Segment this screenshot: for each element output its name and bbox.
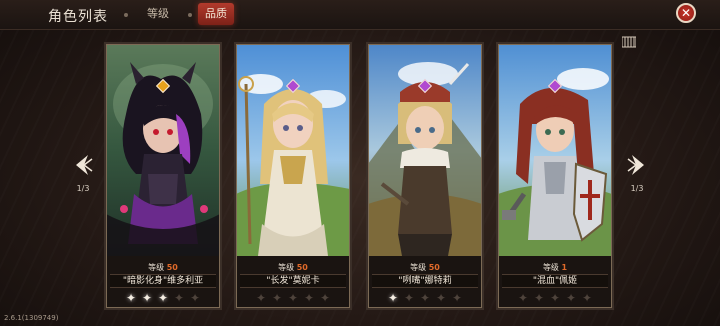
tab-dot xyxy=(188,13,192,17)
star-icon: ✦ xyxy=(419,291,431,305)
level-row: 等级 50 xyxy=(368,262,482,273)
star-icon: ✦ xyxy=(565,291,577,305)
level-row: 等级 50 xyxy=(236,262,350,273)
character-name: "暗影化身"维多利亚 xyxy=(110,274,216,288)
star-icon: ✦ xyxy=(435,291,447,305)
level-label: 等级 xyxy=(148,263,165,272)
tab-level[interactable]: 等级 xyxy=(138,3,178,25)
star-icon: ✦ xyxy=(157,291,169,305)
star-icon: ✦ xyxy=(125,291,137,305)
character-card[interactable]: 等级 1 "混血"佩姬 ✦ ✦ ✦ ✦ ✦ xyxy=(496,42,614,310)
character-portrait xyxy=(106,44,220,256)
arrow-right-icon[interactable] xyxy=(624,152,650,178)
character-name: "长发"莫妮卡 xyxy=(240,274,346,288)
filter-icon[interactable] xyxy=(622,36,636,48)
star-icon: ✦ xyxy=(533,291,545,305)
star-icon: ✦ xyxy=(303,291,315,305)
character-card[interactable]: 等级 50 "长发"莫妮卡 ✦ ✦ ✦ ✦ ✦ xyxy=(234,42,352,310)
page-indicator-right: 1/3 xyxy=(630,184,644,193)
character-portrait xyxy=(368,44,482,256)
star-icon: ✦ xyxy=(141,291,153,305)
star-rating: ✦ ✦ ✦ ✦ ✦ xyxy=(106,292,220,308)
star-rating: ✦ ✦ ✦ ✦ ✦ xyxy=(498,292,612,308)
level-label: 等级 xyxy=(278,263,295,272)
level-label: 等级 xyxy=(410,263,427,272)
level-value: 50 xyxy=(428,263,440,272)
star-icon: ✦ xyxy=(255,291,267,305)
tab-dot xyxy=(124,13,128,17)
star-icon: ✦ xyxy=(271,291,283,305)
star-icon: ✦ xyxy=(287,291,299,305)
level-label: 等级 xyxy=(542,263,559,272)
character-portrait xyxy=(498,44,612,256)
star-icon: ✦ xyxy=(387,291,399,305)
star-icon: ✦ xyxy=(403,291,415,305)
page-title: 角色列表 xyxy=(48,9,108,25)
star-rating: ✦ ✦ ✦ ✦ ✦ xyxy=(236,292,350,308)
star-icon: ✦ xyxy=(581,291,593,305)
close-icon[interactable]: ✕ xyxy=(676,3,696,23)
star-icon: ✦ xyxy=(451,291,463,305)
star-icon: ✦ xyxy=(189,291,201,305)
star-icon: ✦ xyxy=(549,291,561,305)
version-label: 2.6.1(1309749) xyxy=(4,314,59,322)
level-value: 50 xyxy=(296,263,308,272)
top-bar: 角色列表 等级 品质 ✕ xyxy=(0,0,720,30)
level-value: 50 xyxy=(166,263,178,272)
character-portrait xyxy=(236,44,350,256)
character-name: "混血"佩姬 xyxy=(502,274,608,288)
star-rating: ✦ ✦ ✦ ✦ ✦ xyxy=(368,292,482,308)
tab-quality[interactable]: 品质 xyxy=(198,3,234,25)
character-name: "咧嘴"娜特莉 xyxy=(372,274,478,288)
star-icon: ✦ xyxy=(319,291,331,305)
level-row: 等级 50 xyxy=(106,262,220,273)
star-icon: ✦ xyxy=(173,291,185,305)
character-card[interactable]: 等级 50 "暗影化身"维多利亚 ✦ ✦ ✦ ✦ ✦ xyxy=(104,42,222,310)
page-indicator-left: 1/3 xyxy=(76,184,90,193)
level-row: 等级 1 xyxy=(498,262,612,273)
level-value: 1 xyxy=(561,263,568,272)
arrow-left-icon[interactable] xyxy=(70,152,96,178)
star-icon: ✦ xyxy=(517,291,529,305)
character-card[interactable]: 等级 50 "咧嘴"娜特莉 ✦ ✦ ✦ ✦ ✦ xyxy=(366,42,484,310)
